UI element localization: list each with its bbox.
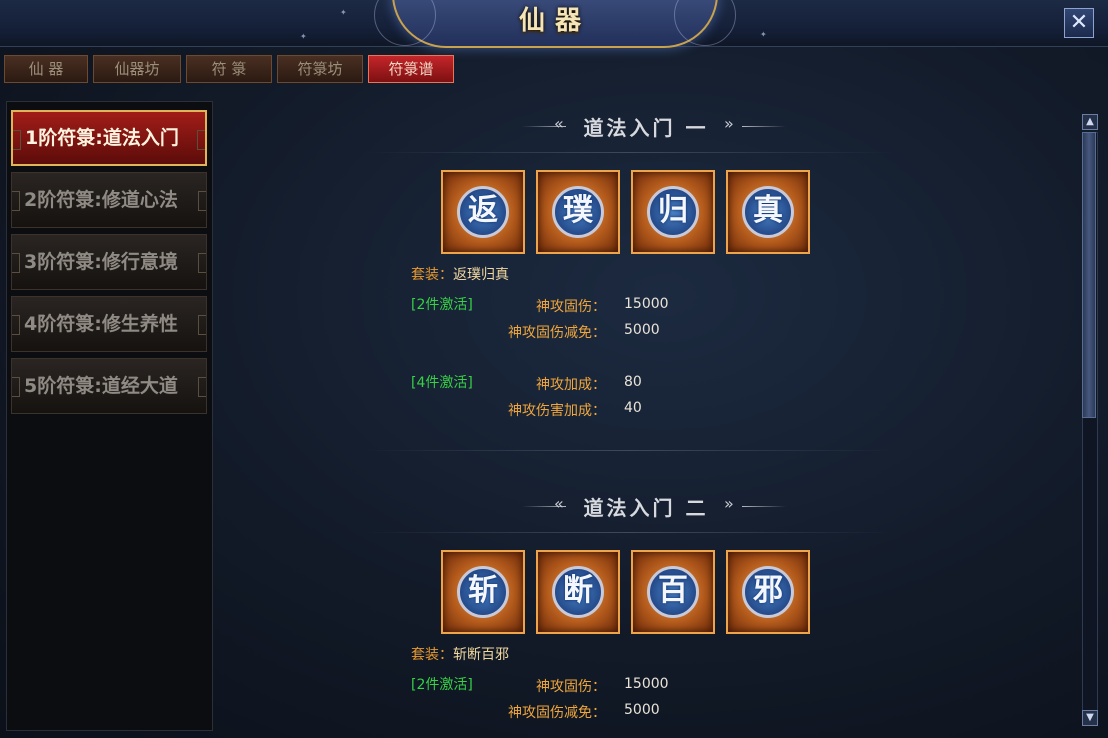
sidebar-item-label: 1阶符箓:道法入门 — [25, 127, 179, 149]
attr-name: 神攻伤害加成： — [508, 403, 606, 419]
set-name: 斩断百邪 — [453, 647, 509, 663]
header-line — [742, 506, 786, 507]
section-title: 道法入门 二 — [583, 496, 709, 520]
attr-name: 神攻固伤减免： — [508, 325, 606, 341]
section-title: 道法入门 一 — [583, 116, 709, 140]
section-header: « 道法入门 二 » — [214, 488, 1078, 524]
attr-name: 神攻固伤减免： — [508, 705, 606, 721]
sidebar-item-tier-2[interactable]: 2阶符箓:修道心法 — [11, 172, 207, 228]
content-panel: « 道法入门 一 » 返 璞 归 真 套装：返璞归真 [2件激活] 神攻固伤： … — [214, 90, 1078, 736]
bracket-right-decoration — [197, 130, 205, 150]
tab-xianqi[interactable]: 仙 器 — [4, 55, 88, 83]
activation-label: [4件激活] — [411, 375, 473, 391]
bracket-left-decoration — [13, 130, 21, 150]
window-title: 仙器 — [518, 6, 591, 36]
set-name: 返璞归真 — [453, 267, 509, 283]
fulu-glyph: 璞 — [552, 186, 604, 238]
scroll-up-button[interactable]: ▲ — [1082, 114, 1098, 130]
scroll-down-button[interactable]: ▼ — [1082, 710, 1098, 726]
attr-value: 80 — [624, 374, 642, 390]
divider — [364, 450, 894, 451]
bracket-left-decoration — [12, 315, 20, 335]
tier-sidebar: 1阶符箓:道法入门 2阶符箓:修道心法 3阶符箓:修行意境 4阶符箓:修生养性 … — [6, 101, 213, 731]
sidebar-item-tier-5[interactable]: 5阶符箓:道经大道 — [11, 358, 207, 414]
tab-fulu[interactable]: 符 箓 — [186, 55, 272, 83]
attr-name: 神攻固伤： — [536, 679, 606, 695]
sidebar-item-label: 4阶符箓:修生养性 — [24, 313, 178, 335]
set-prefix: 套装： — [411, 647, 453, 663]
attr-value: 40 — [624, 400, 642, 416]
header-line — [742, 126, 786, 127]
sidebar-item-tier-1[interactable]: 1阶符箓:道法入门 — [11, 110, 207, 166]
fulu-slot-icon[interactable]: 真 — [726, 170, 810, 254]
sidebar-item-tier-4[interactable]: 4阶符箓:修生养性 — [11, 296, 207, 352]
sidebar-item-label: 5阶符箓:道经大道 — [24, 375, 178, 397]
attr-name: 神攻加成： — [536, 377, 606, 393]
fulu-glyph: 真 — [742, 186, 794, 238]
section-header: « 道法入门 一 » — [214, 108, 1078, 144]
title-bar: ✦ ✦ ✦ 仙器 ✕ — [0, 0, 1108, 48]
fulu-glyph: 断 — [552, 566, 604, 618]
scroll-thumb[interactable] — [1082, 132, 1096, 418]
close-button[interactable]: ✕ — [1064, 8, 1094, 38]
fulu-glyph: 归 — [647, 186, 699, 238]
bracket-left-decoration — [12, 253, 20, 273]
activation-label: [2件激活] — [411, 297, 473, 313]
fulu-slot-icon[interactable]: 返 — [441, 170, 525, 254]
sidebar-item-label: 3阶符箓:修行意境 — [24, 251, 178, 273]
attr-value: 5000 — [624, 702, 660, 718]
fulu-glyph: 邪 — [742, 566, 794, 618]
divider — [364, 152, 894, 153]
tab-fulu-fang[interactable]: 符箓坊 — [277, 55, 363, 83]
bracket-left-decoration — [12, 191, 20, 211]
sparkle-icon: ✦ — [300, 32, 307, 41]
set-prefix: 套装： — [411, 267, 453, 283]
attr-value: 15000 — [624, 296, 669, 312]
bracket-right-decoration — [198, 377, 206, 397]
tab-fulu-pu[interactable]: 符箓谱 — [368, 55, 454, 83]
fulu-slot-icon[interactable]: 璞 — [536, 170, 620, 254]
sparkle-icon: ✦ — [340, 8, 347, 17]
title-plate: 仙器 — [374, 0, 736, 48]
bracket-right-decoration — [198, 253, 206, 273]
bracket-right-decoration — [198, 191, 206, 211]
fulu-slot-icon[interactable]: 断 — [536, 550, 620, 634]
close-icon: ✕ — [1069, 10, 1089, 35]
xianqi-window: ✦ ✦ ✦ 仙器 ✕ 仙 器 仙器坊 符 箓 符箓坊 符箓谱 1阶符箓:道法入门… — [0, 0, 1108, 738]
fulu-slot-icon[interactable]: 斩 — [441, 550, 525, 634]
vertical-scrollbar[interactable]: ▲ ▼ — [1080, 112, 1100, 732]
arrow-down-icon: ▼ — [1086, 712, 1094, 723]
sidebar-item-label: 2阶符箓:修道心法 — [24, 189, 178, 211]
attr-value: 5000 — [624, 322, 660, 338]
fulu-slot-icon[interactable]: 归 — [631, 170, 715, 254]
divider — [364, 532, 894, 533]
attr-value: 15000 — [624, 676, 669, 692]
bracket-right-decoration — [198, 315, 206, 335]
attr-name: 神攻固伤： — [536, 299, 606, 315]
chevron-right-icon: » — [724, 114, 734, 133]
activation-label: [2件激活] — [411, 677, 473, 693]
fulu-glyph: 斩 — [457, 566, 509, 618]
set-name-label: 套装：斩断百邪 — [411, 644, 509, 664]
fulu-slot-icon[interactable]: 百 — [631, 550, 715, 634]
tab-xianqi-fang[interactable]: 仙器坊 — [93, 55, 181, 83]
fulu-slot-icon[interactable]: 邪 — [726, 550, 810, 634]
bracket-left-decoration — [12, 377, 20, 397]
sidebar-item-tier-3[interactable]: 3阶符箓:修行意境 — [11, 234, 207, 290]
set-name-label: 套装：返璞归真 — [411, 264, 509, 284]
fulu-glyph: 返 — [457, 186, 509, 238]
chevron-right-icon: » — [724, 494, 734, 513]
sparkle-icon: ✦ — [760, 30, 767, 39]
arrow-up-icon: ▲ — [1086, 116, 1094, 127]
fulu-glyph: 百 — [647, 566, 699, 618]
